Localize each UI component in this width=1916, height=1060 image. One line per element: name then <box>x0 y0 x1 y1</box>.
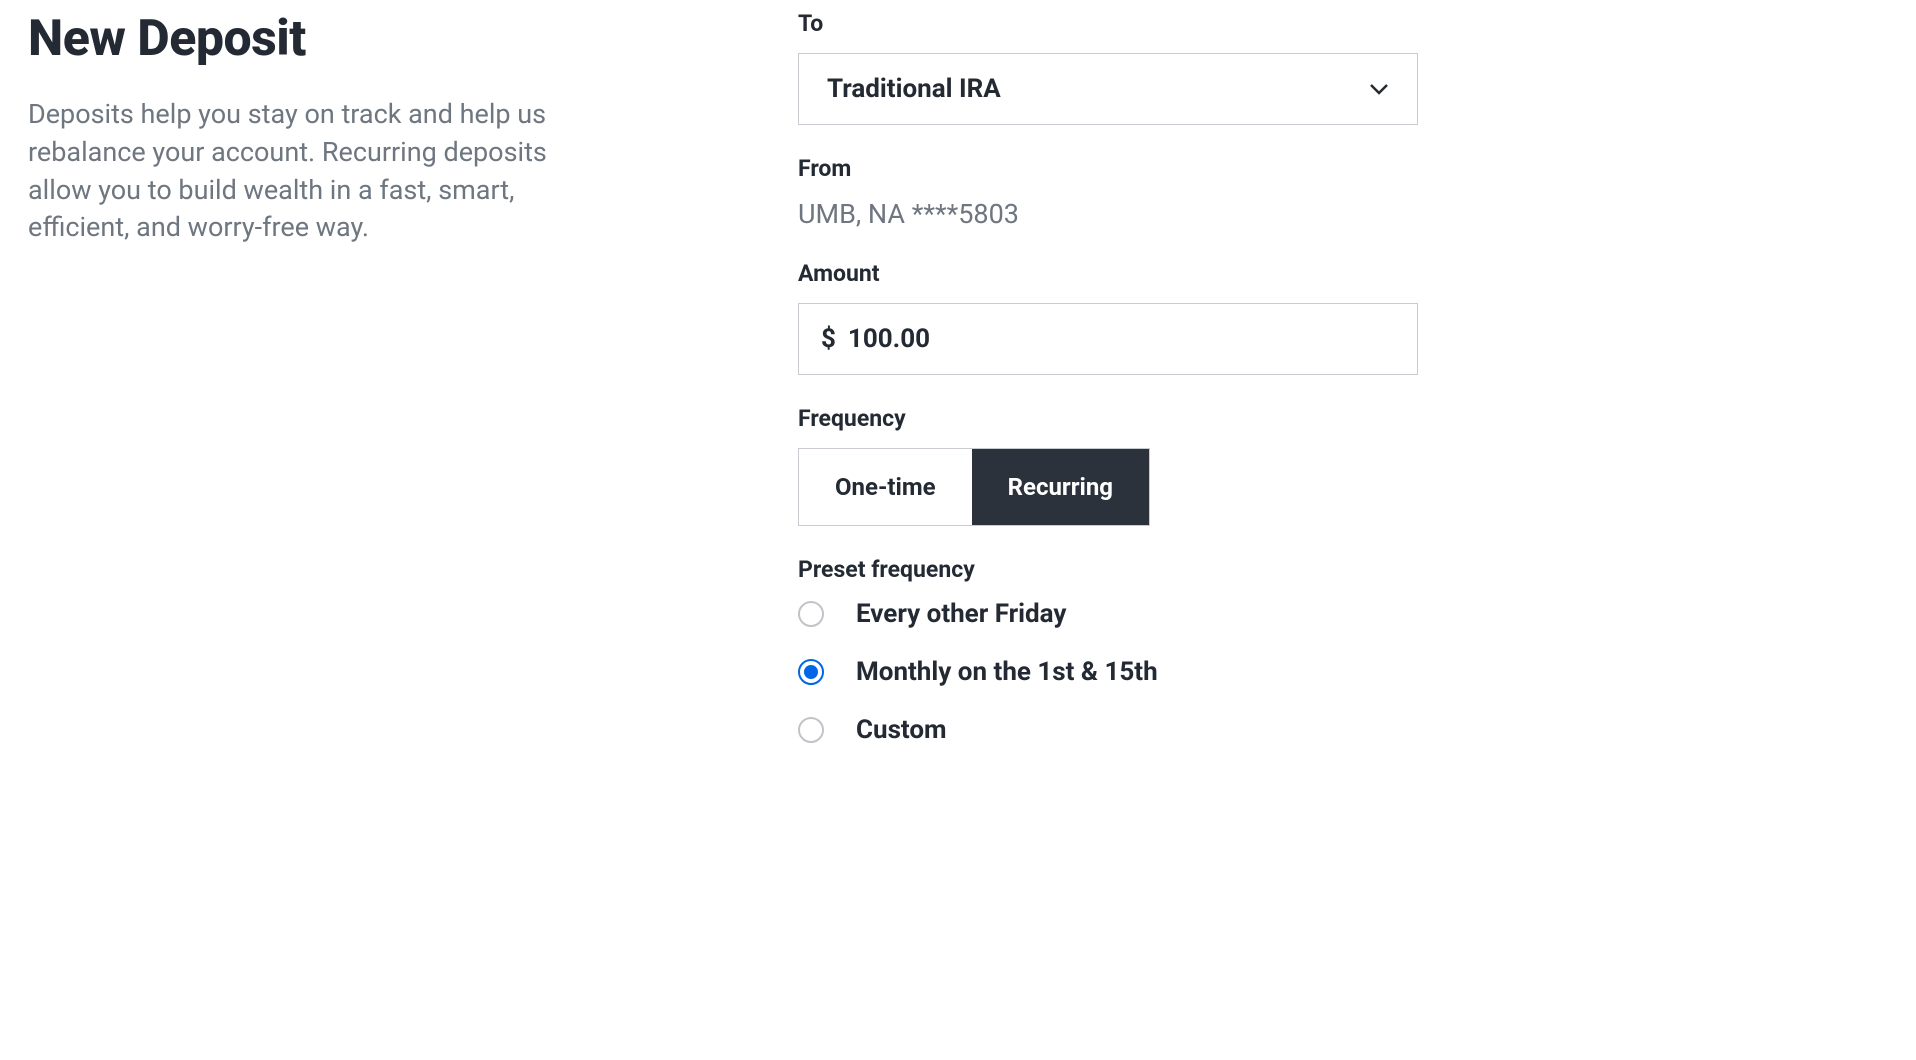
preset-frequency-label: Preset frequency <box>798 556 1418 583</box>
from-value: UMB, NA ****5803 <box>798 198 1418 230</box>
amount-label: Amount <box>798 260 1418 287</box>
radio-icon <box>798 659 824 685</box>
amount-input[interactable] <box>848 324 1395 354</box>
frequency-recurring-button[interactable]: Recurring <box>972 449 1149 525</box>
currency-symbol: $ <box>821 324 836 354</box>
page-description: Deposits help you stay on track and help… <box>28 96 588 247</box>
frequency-onetime-button[interactable]: One-time <box>799 449 972 525</box>
from-label: From <box>798 155 1418 182</box>
radio-icon <box>798 601 824 627</box>
radio-label: Custom <box>856 715 947 745</box>
page-title: New Deposit <box>28 10 588 68</box>
preset-option-every-other-friday[interactable]: Every other Friday <box>798 599 1418 629</box>
amount-field-container[interactable]: $ <box>798 303 1418 375</box>
radio-label: Every other Friday <box>856 599 1067 629</box>
preset-option-custom[interactable]: Custom <box>798 715 1418 745</box>
radio-icon <box>798 717 824 743</box>
frequency-label: Frequency <box>798 405 1418 432</box>
to-label: To <box>798 10 1418 37</box>
to-select[interactable]: Traditional IRA <box>798 53 1418 125</box>
chevron-down-icon <box>1369 80 1389 99</box>
to-value: Traditional IRA <box>827 74 1001 104</box>
radio-label: Monthly on the 1st & 15th <box>856 657 1158 687</box>
preset-option-monthly-1st-15th[interactable]: Monthly on the 1st & 15th <box>798 657 1418 687</box>
frequency-toggle-group: One-time Recurring <box>798 448 1150 526</box>
